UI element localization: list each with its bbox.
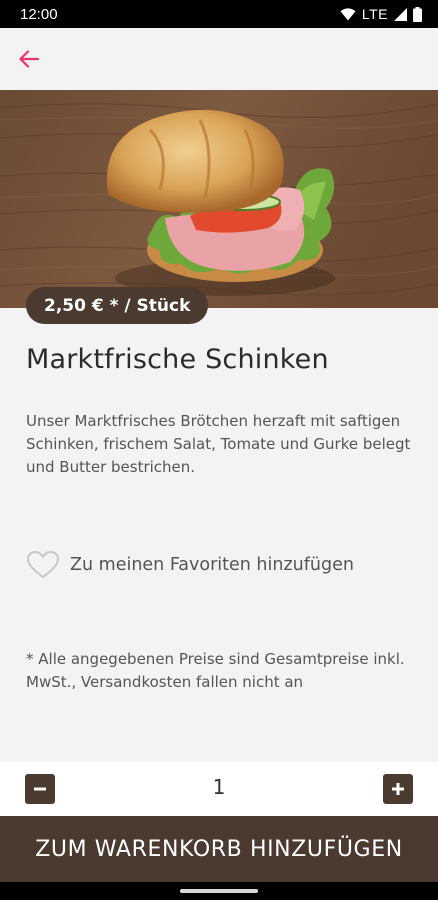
wifi-icon bbox=[340, 7, 356, 20]
increase-quantity-button[interactable] bbox=[383, 774, 413, 804]
battery-icon bbox=[413, 6, 422, 22]
quantity-value: 1 bbox=[212, 775, 226, 799]
product-title: Marktfrische Schinken bbox=[26, 344, 329, 375]
add-to-cart-button[interactable]: ZUM WARENKORB HINZUFÜGEN bbox=[0, 816, 438, 882]
product-description: Unser Marktfrisches Brötchen herzaft mit… bbox=[26, 412, 411, 476]
plus-icon bbox=[392, 783, 404, 795]
back-button[interactable] bbox=[14, 44, 44, 74]
signal-icon bbox=[394, 7, 407, 21]
status-time: 12:00 bbox=[20, 5, 58, 23]
navigation-bar bbox=[0, 882, 438, 900]
heart-outline-icon bbox=[26, 550, 60, 579]
network-type: LTE bbox=[361, 6, 388, 22]
status-bar: 12:00 LTE bbox=[0, 0, 438, 28]
price-disclaimer: * Alle angegebenen Preise sind Gesamtpre… bbox=[26, 650, 405, 691]
app-bar bbox=[0, 28, 438, 90]
status-icons: LTE bbox=[340, 6, 422, 22]
price-badge: 2,50 € * / Stück bbox=[26, 287, 209, 324]
favorite-label: Zu meinen Favoriten hinzufügen bbox=[70, 555, 354, 575]
home-indicator[interactable] bbox=[180, 889, 258, 893]
add-to-favorites-button[interactable]: Zu meinen Favoriten hinzufügen bbox=[26, 550, 354, 580]
arrow-left-icon bbox=[19, 50, 39, 68]
product-image bbox=[0, 90, 438, 308]
quantity-stepper: 1 bbox=[0, 762, 438, 816]
